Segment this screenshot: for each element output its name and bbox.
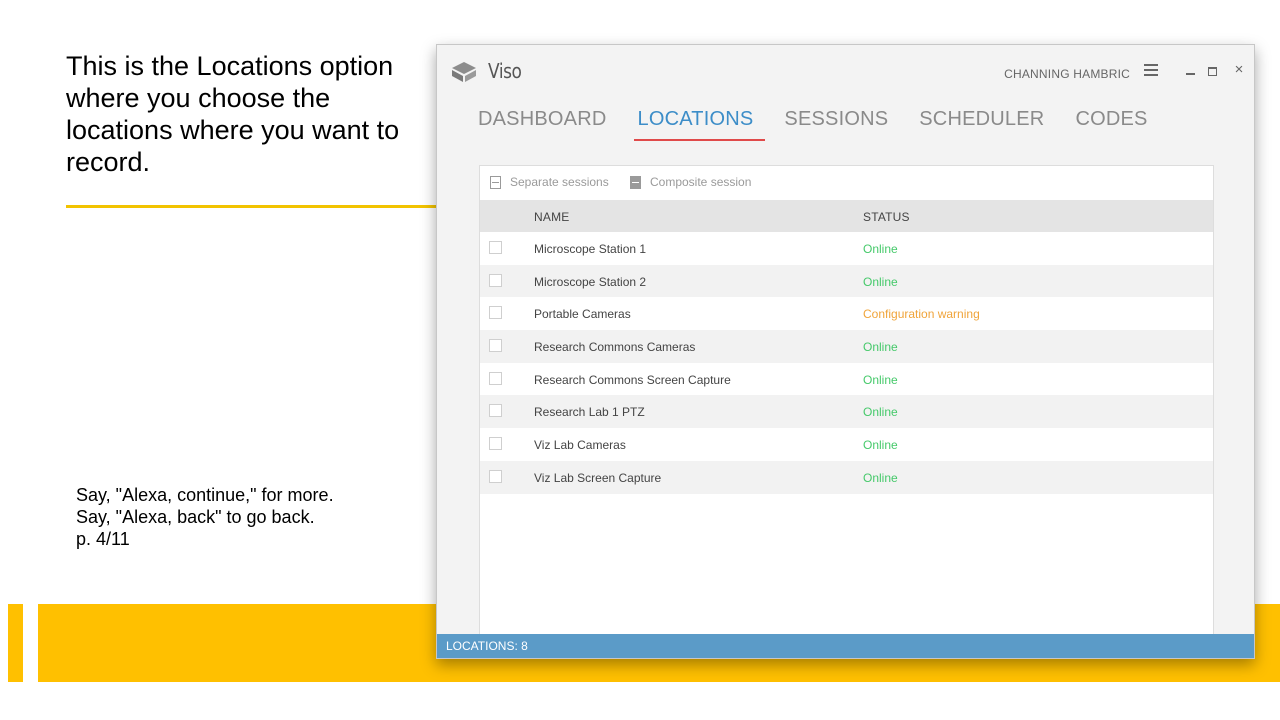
slide-divider <box>66 205 438 208</box>
locations-toolbar: Separate sessions Composite session <box>480 166 1213 200</box>
location-status: Online <box>863 274 898 289</box>
voice-help-back: Say, "Alexa, back" to go back. <box>76 507 315 527</box>
composite-session-label: Composite session <box>650 175 752 189</box>
heading-text-bold: Locations option <box>196 51 394 81</box>
table-row[interactable]: Viz Lab Screen Capture Online <box>480 460 1213 494</box>
tab-codes[interactable]: CODES <box>1075 105 1147 141</box>
composite-session-button[interactable]: Composite session <box>630 175 751 189</box>
location-name: Microscope Station 1 <box>534 242 647 256</box>
slide-heading: This is the Locations option where you c… <box>66 50 436 178</box>
title-bar: Viso CHANNING HAMBRIC × <box>437 45 1254 99</box>
document-icon <box>630 175 641 189</box>
location-name: Portable Cameras <box>534 307 631 322</box>
location-name: Viz Lab Cameras <box>534 438 626 453</box>
location-name: Viz Lab Screen Capture <box>534 470 662 485</box>
row-checkbox[interactable] <box>489 404 502 418</box>
user-name[interactable]: CHANNING HAMBRIC <box>1004 67 1130 81</box>
location-name: Microscope Station 2 <box>534 274 647 289</box>
table-row[interactable]: Portable Cameras Configuration warning <box>480 297 1213 330</box>
status-bar: LOCATIONS: 8 <box>437 634 1254 658</box>
maximize-icon[interactable] <box>1206 63 1220 77</box>
footer-band-accent <box>8 604 23 682</box>
column-name-header[interactable]: NAME <box>534 210 569 224</box>
row-checkbox[interactable] <box>489 437 502 451</box>
app-name: Viso <box>488 59 522 83</box>
row-checkbox[interactable] <box>489 241 502 254</box>
app-window: Viso CHANNING HAMBRIC × DASHBOARD LOCATI… <box>436 44 1255 659</box>
table-row[interactable]: Research Lab 1 PTZ Online <box>480 395 1213 429</box>
table-row[interactable]: Research Commons Screen Capture Online <box>480 363 1213 396</box>
table-row[interactable]: Research Commons Cameras Online <box>480 330 1213 363</box>
location-name: Research Commons Screen Capture <box>534 372 731 387</box>
tab-scheduler[interactable]: SCHEDULER <box>919 105 1044 141</box>
nav-tabs: DASHBOARD LOCATIONS SESSIONS SCHEDULER C… <box>478 105 1179 145</box>
location-status: Online <box>863 372 898 387</box>
separate-sessions-button[interactable]: Separate sessions <box>490 175 609 189</box>
row-checkbox[interactable] <box>489 469 502 483</box>
table-row[interactable]: Microscope Station 2 Online <box>480 264 1213 298</box>
location-status: Configuration warning <box>863 307 980 322</box>
row-checkbox[interactable] <box>489 339 502 353</box>
location-status: Online <box>863 340 898 355</box>
tab-locations[interactable]: LOCATIONS <box>633 105 766 141</box>
location-name: Research Commons Cameras <box>534 340 696 355</box>
location-status: Online <box>863 242 898 256</box>
viso-cube-icon <box>452 62 476 82</box>
location-status: Online <box>863 405 898 420</box>
heading-text-pre: This is the <box>66 51 197 81</box>
tab-sessions[interactable]: SESSIONS <box>784 105 888 141</box>
row-checkbox[interactable] <box>489 371 502 385</box>
close-icon[interactable]: × <box>1232 62 1246 77</box>
row-checkbox[interactable] <box>489 273 502 287</box>
locations-count: LOCATIONS: 8 <box>446 639 528 653</box>
table-header: NAME STATUS <box>480 200 1213 232</box>
heading-text-post: where you choose the locations where you… <box>66 83 400 177</box>
table-row[interactable]: Microscope Station 1 Online <box>480 232 1213 265</box>
document-icon <box>490 175 501 189</box>
column-status-header[interactable]: STATUS <box>863 210 910 224</box>
hamburger-icon[interactable] <box>1144 64 1158 78</box>
location-status: Online <box>863 438 898 453</box>
page-number: p. 4/11 <box>76 529 130 549</box>
voice-help-continue: Say, "Alexa, continue," for more. <box>76 485 334 505</box>
location-name: Research Lab 1 PTZ <box>534 405 645 420</box>
locations-panel: Separate sessions Composite session NAME… <box>479 165 1214 637</box>
row-checkbox[interactable] <box>489 306 502 320</box>
table-row[interactable]: Viz Lab Cameras Online <box>480 428 1213 461</box>
location-status: Online <box>863 470 898 485</box>
tab-dashboard[interactable]: DASHBOARD <box>478 105 607 141</box>
separate-sessions-label: Separate sessions <box>510 175 609 189</box>
voice-help: Say, "Alexa, continue," for more. Say, "… <box>76 484 416 550</box>
minimize-icon[interactable] <box>1184 63 1198 77</box>
locations-table: Microscope Station 1 Online Microscope S… <box>480 232 1213 494</box>
